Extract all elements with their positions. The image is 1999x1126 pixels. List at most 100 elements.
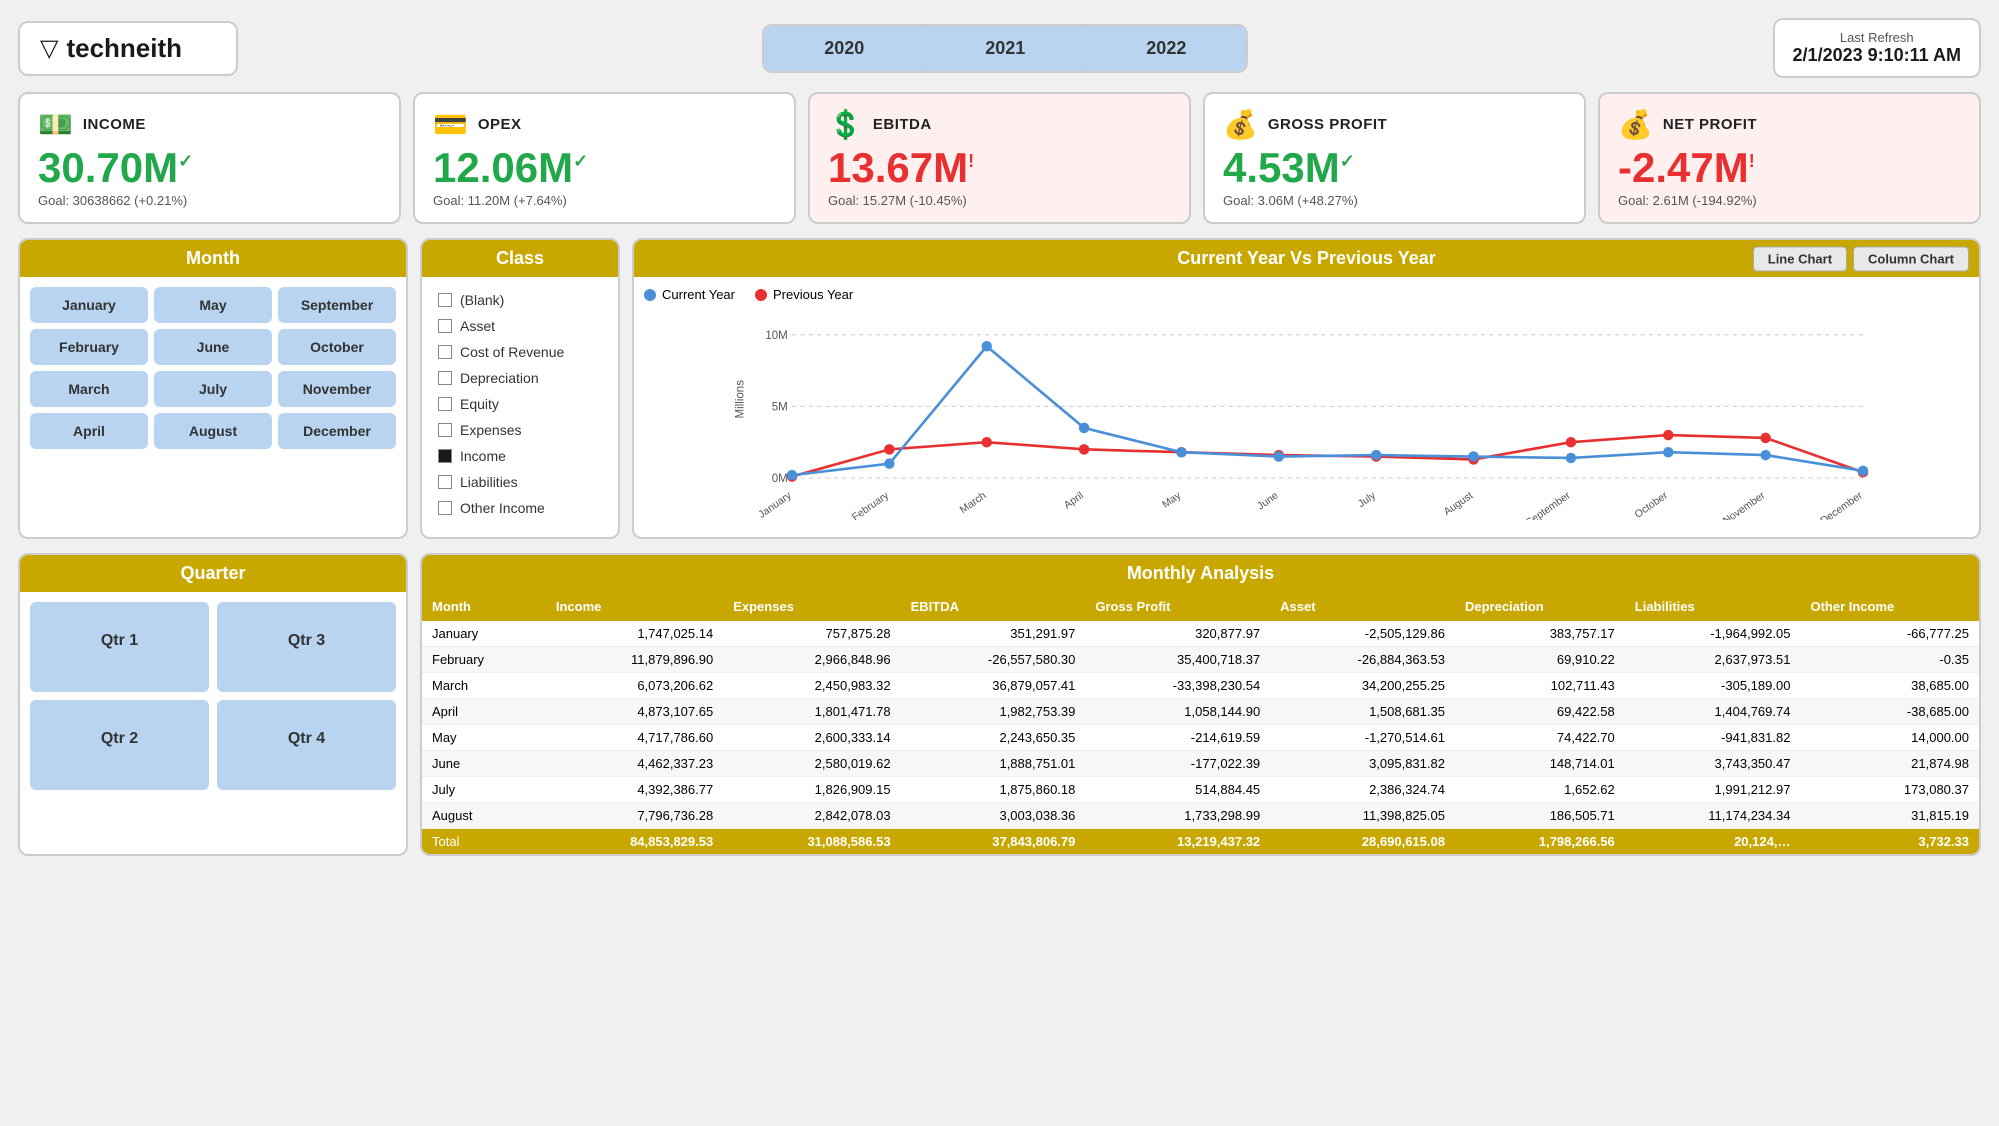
refresh-value: 2/1/2023 9:10:11 AM (1793, 45, 1961, 66)
month-panel-header: Month (20, 240, 406, 277)
month-cell-september[interactable]: September (278, 287, 396, 323)
kpi-value-income: 30.70M✓ (38, 145, 381, 191)
table-cell: -26,557,580.30 (901, 647, 1086, 673)
table-panel: Monthly Analysis MonthIncomeExpensesEBIT… (420, 553, 1981, 856)
logo-box: ▽ techneith (18, 21, 238, 76)
month-cell-march[interactable]: March (30, 371, 148, 407)
total-cell: 28,690,615.08 (1270, 829, 1455, 855)
class-checkbox[interactable] (438, 475, 452, 489)
class-checkbox[interactable] (438, 423, 452, 437)
kpi-icon-ebitda: 💲 (828, 108, 863, 141)
table-cell: August (422, 803, 546, 829)
class-checkbox[interactable] (438, 319, 452, 333)
table-cell: 14,000.00 (1800, 725, 1979, 751)
class-item-other-income[interactable]: Other Income (438, 495, 602, 521)
column-chart-btn[interactable]: Column Chart (1853, 246, 1969, 271)
kpi-title-ebitda: EBITDA (873, 116, 932, 133)
class-item-income[interactable]: Income (438, 443, 602, 469)
class-label: Cost of Revenue (460, 344, 564, 360)
class-panel: Class (Blank)AssetCost of RevenueDepreci… (420, 238, 620, 539)
year-tab-2022[interactable]: 2022 (1086, 26, 1246, 71)
chart-content: Current Year Previous Year 0M5M10MMillio… (634, 277, 1979, 537)
table-cell: 514,884.45 (1085, 777, 1270, 803)
kpi-card-net_profit: 💰 NET PROFIT -2.47M! Goal: 2.61M (-194.9… (1598, 92, 1981, 224)
table-cell: -941,831.82 (1625, 725, 1801, 751)
kpi-title-opex: OPEX (478, 116, 522, 133)
table-cell: 351,291.97 (901, 621, 1086, 647)
class-checkbox[interactable] (438, 501, 452, 515)
class-checkbox[interactable] (438, 371, 452, 385)
table-cell: 4,873,107.65 (546, 699, 723, 725)
quarter-cell-qtr2[interactable]: Qtr 2 (30, 700, 209, 790)
table-cell: 4,462,337.23 (546, 751, 723, 777)
legend-dot-blue (644, 289, 656, 301)
svg-text:June: June (1255, 490, 1281, 513)
table-wrapper[interactable]: MonthIncomeExpensesEBITDAGross ProfitAss… (422, 592, 1979, 854)
kpi-goal-income: Goal: 30638662 (+0.21%) (38, 193, 381, 208)
quarter-panel-header: Quarter (20, 555, 406, 592)
line-chart-btn[interactable]: Line Chart (1753, 246, 1847, 271)
class-item-expenses[interactable]: Expenses (438, 417, 602, 443)
table-cell: 1,747,025.14 (546, 621, 723, 647)
month-cell-april[interactable]: April (30, 413, 148, 449)
svg-text:0M: 0M (772, 473, 788, 485)
table-cell: 2,600,333.14 (723, 725, 900, 751)
class-item-liabilities[interactable]: Liabilities (438, 469, 602, 495)
quarter-cell-qtr3[interactable]: Qtr 3 (217, 602, 396, 692)
svg-text:10M: 10M (765, 330, 787, 342)
month-cell-october[interactable]: October (278, 329, 396, 365)
table-cell: 6,073,206.62 (546, 673, 723, 699)
kpi-header-opex: 💳 OPEX (433, 108, 776, 141)
month-cell-may[interactable]: May (154, 287, 272, 323)
table-cell: May (422, 725, 546, 751)
class-checkbox[interactable] (438, 397, 452, 411)
table-cell: 4,392,386.77 (546, 777, 723, 803)
class-item-cost-of-revenue[interactable]: Cost of Revenue (438, 339, 602, 365)
total-cell: 13,219,437.32 (1085, 829, 1270, 855)
quarter-panel: Quarter Qtr 1Qtr 3Qtr 2Qtr 4 (18, 553, 408, 856)
class-item-asset[interactable]: Asset (438, 313, 602, 339)
table-panel-header: Monthly Analysis (422, 555, 1979, 592)
class-item-depreciation[interactable]: Depreciation (438, 365, 602, 391)
total-cell: Total (422, 829, 546, 855)
class-item-equity[interactable]: Equity (438, 391, 602, 417)
month-cell-june[interactable]: June (154, 329, 272, 365)
year-tab-2021[interactable]: 2021 (925, 26, 1086, 71)
kpi-icon-gross_profit: 💰 (1223, 108, 1258, 141)
year-tabs: 2020 2021 2022 (762, 24, 1248, 73)
month-cell-december[interactable]: December (278, 413, 396, 449)
class-checkbox[interactable] (438, 345, 452, 359)
table-cell: 1,652.62 (1455, 777, 1625, 803)
svg-text:March: March (958, 490, 989, 517)
svg-text:December: December (1818, 489, 1865, 520)
kpi-title-gross_profit: GROSS PROFIT (1268, 116, 1387, 133)
kpi-header-ebitda: 💲 EBITDA (828, 108, 1171, 141)
legend-dot-red (755, 289, 767, 301)
table-cell: April (422, 699, 546, 725)
refresh-box: Last Refresh 2/1/2023 9:10:11 AM (1773, 18, 1981, 78)
month-cell-february[interactable]: February (30, 329, 148, 365)
table-cell: 2,386,324.74 (1270, 777, 1455, 803)
month-cell-january[interactable]: January (30, 287, 148, 323)
table-cell: 69,422.58 (1455, 699, 1625, 725)
month-grid: JanuaryMaySeptember FebruaryJuneOctober Ma… (20, 277, 406, 459)
table-cell: -26,884,363.53 (1270, 647, 1455, 673)
month-cell-july[interactable]: July (154, 371, 272, 407)
quarter-cell-qtr1[interactable]: Qtr 1 (30, 602, 209, 692)
svg-text:5M: 5M (772, 402, 788, 414)
class-checkbox[interactable] (438, 293, 452, 307)
svg-text:April: April (1062, 490, 1086, 512)
table-cell: 1,982,753.39 (901, 699, 1086, 725)
quarter-cell-qtr4[interactable]: Qtr 4 (217, 700, 396, 790)
month-cell-november[interactable]: November (278, 371, 396, 407)
year-tab-2020[interactable]: 2020 (764, 26, 925, 71)
month-cell-august[interactable]: August (154, 413, 272, 449)
table-cell: 2,842,078.03 (723, 803, 900, 829)
class-label: Other Income (460, 500, 545, 516)
table-cell: 74,422.70 (1455, 725, 1625, 751)
table-cell: 2,966,848.96 (723, 647, 900, 673)
class-item-(blank)[interactable]: (Blank) (438, 287, 602, 313)
class-checkbox[interactable] (438, 449, 452, 463)
class-label: Depreciation (460, 370, 539, 386)
table-cell: June (422, 751, 546, 777)
